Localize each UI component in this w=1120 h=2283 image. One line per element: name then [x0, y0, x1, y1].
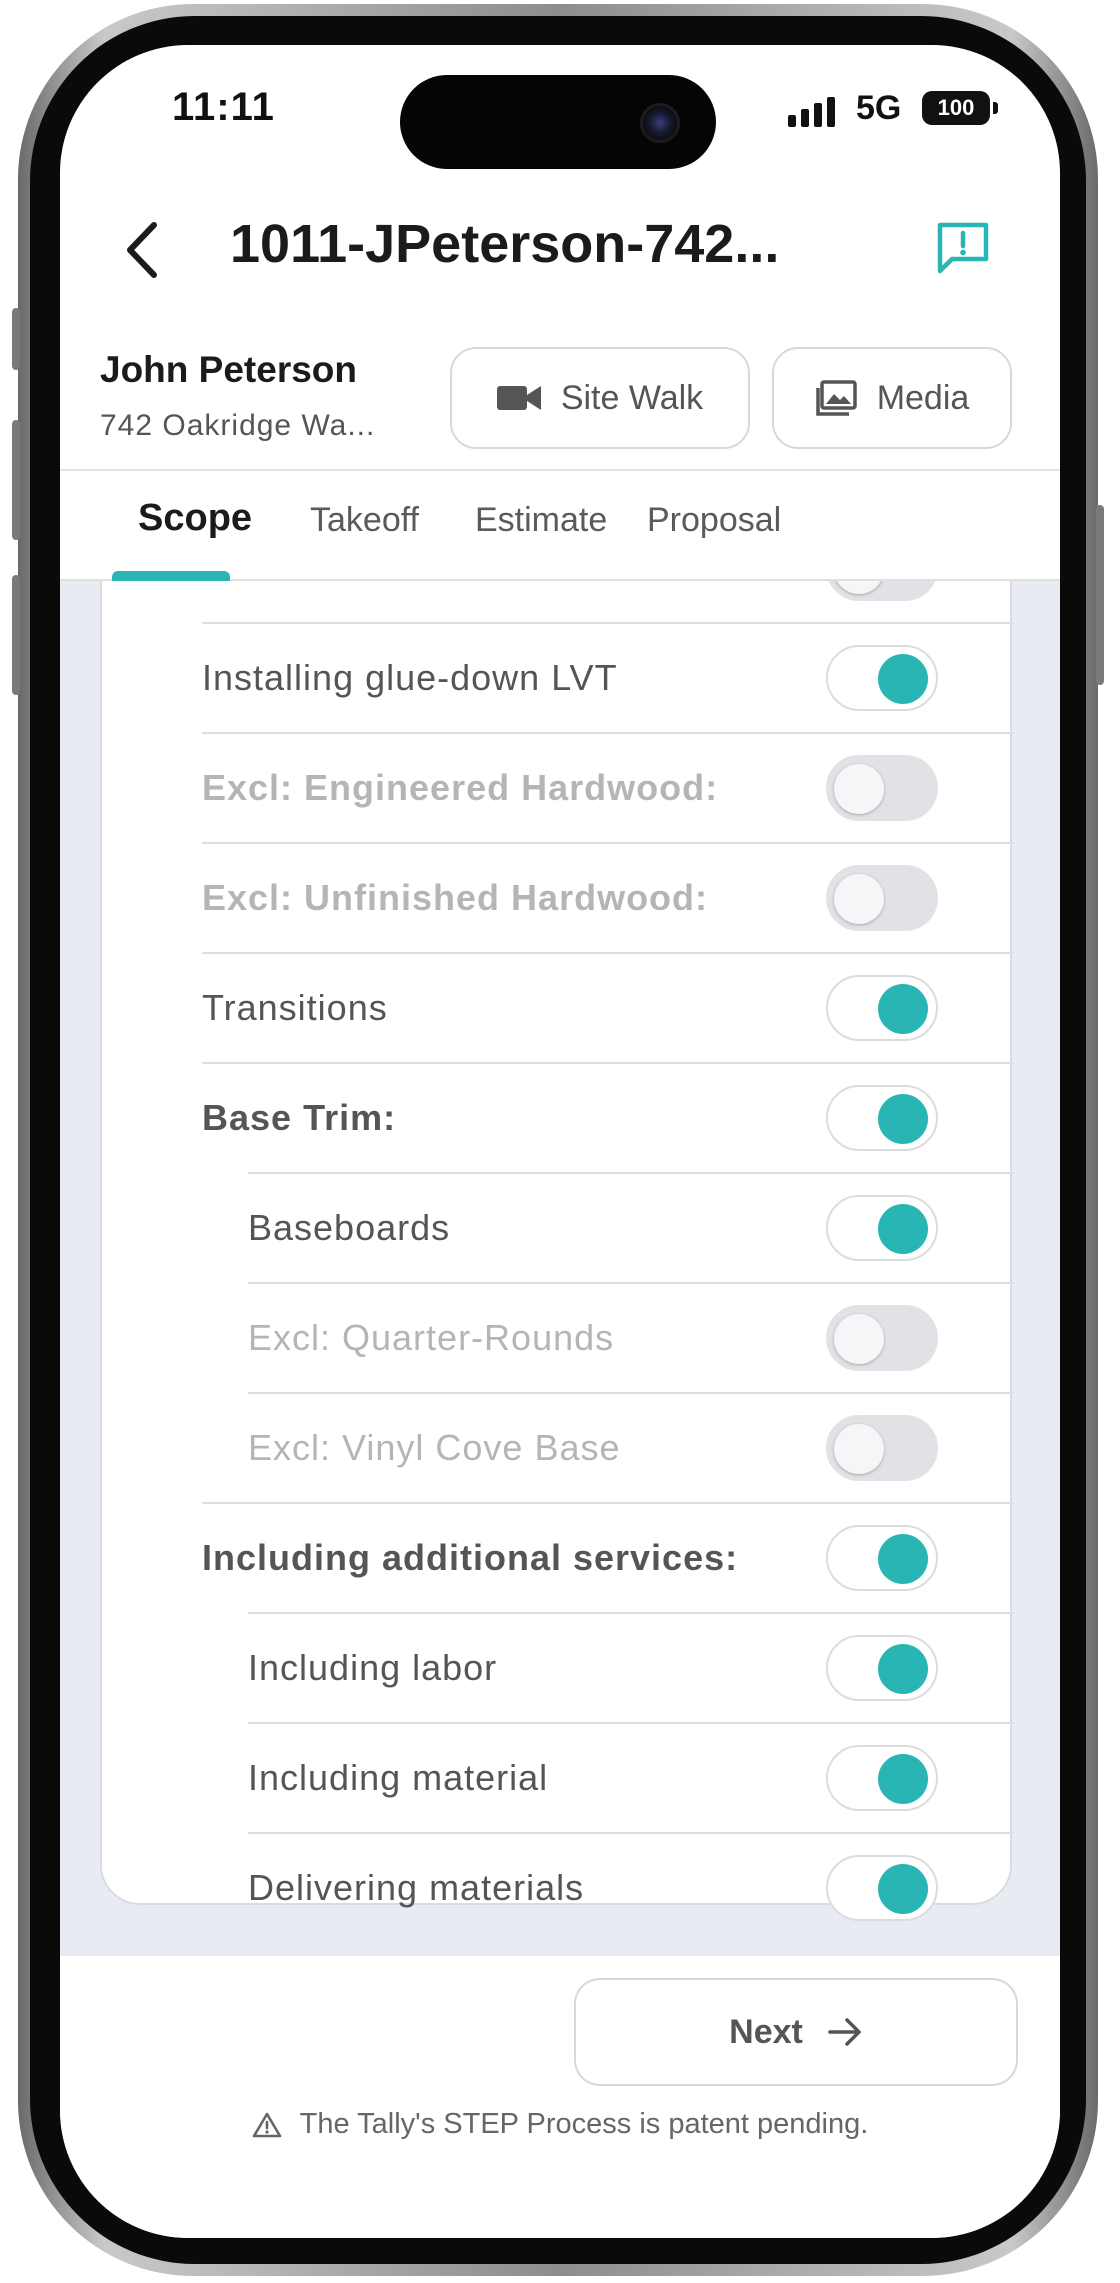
scope-item-toggle[interactable] [826, 865, 938, 931]
scope-item-toggle[interactable] [826, 645, 938, 711]
tab-proposal[interactable]: Proposal [647, 501, 781, 540]
scope-item-label: Base Trim: [202, 1097, 397, 1138]
scope-item-toggle[interactable] [826, 1085, 938, 1151]
toggle-knob [834, 764, 884, 814]
site-walk-button[interactable]: Site Walk [450, 347, 750, 449]
toggle-knob [878, 1864, 928, 1914]
scope-item-label: Including labor [248, 1647, 498, 1688]
footer: Next The Tally's STEP Process is patent … [60, 1956, 1060, 2238]
page-title: 1011-JPeterson-742... [230, 214, 780, 274]
tab-estimate[interactable]: Estimate [475, 501, 607, 540]
next-button[interactable]: Next [574, 1978, 1018, 2086]
scope-item-label: Excl: Unfinished Hardwood: [202, 877, 709, 918]
scope-item-toggle[interactable] [826, 1415, 938, 1481]
scope-item-toggle[interactable] [826, 1525, 938, 1591]
site-walk-label: Site Walk [560, 378, 704, 417]
scope-item-row: Excl: Unfinished Hardwood: [202, 843, 708, 953]
scope-item-label: Excl: Quarter-Rounds [248, 1317, 615, 1358]
status-time: 11:11 [172, 85, 275, 129]
tab-takeoff[interactable]: Takeoff [310, 501, 419, 540]
scope-item-toggle[interactable] [826, 1305, 938, 1371]
scope-item-row: Transitions [202, 953, 388, 1063]
scope-item-label: Baseboards [248, 1207, 451, 1248]
toggle-knob [834, 581, 884, 594]
toggle-knob [878, 1534, 928, 1584]
media-label: Media [876, 378, 970, 417]
active-tab-indicator [112, 571, 230, 581]
scope-item-label: Excl: Vinyl Cove Base [248, 1427, 621, 1468]
scope-item-label: Installing glue-down LVT [202, 657, 618, 698]
toggle-knob [878, 1754, 928, 1804]
toggle-knob [878, 984, 928, 1034]
toggle-knob [834, 1314, 884, 1364]
scope-card: LVP Installing glue-down LVT Excl: Enginee… [100, 581, 1014, 1921]
scope-item-row: Excl: Engineered Hardwood: [202, 733, 718, 843]
scope-item-label: LVP [202, 581, 270, 589]
screen: 11:11 5G 100 1011-JPeterson-742... John … [60, 45, 1060, 2238]
tab-scope[interactable]: Scope [138, 497, 252, 540]
scope-item-label: Including material [248, 1757, 549, 1798]
scope-item-row: Baseboards [248, 1173, 450, 1283]
scope-scroll-area[interactable]: LVP Installing glue-down LVT Excl: Enginee… [60, 581, 1060, 1956]
media-button[interactable]: Media [772, 347, 1012, 449]
video-camera-icon [496, 386, 541, 410]
next-label: Next [729, 2012, 803, 2051]
front-camera-icon [640, 103, 680, 143]
scope-item-toggle[interactable] [826, 581, 938, 601]
power-button [1096, 505, 1104, 685]
toggle-knob [878, 1204, 928, 1254]
volume-down-button [12, 575, 20, 695]
toggle-knob [834, 874, 884, 924]
arrow-right-icon [828, 2018, 861, 2046]
warning-triangle-icon [252, 2112, 281, 2137]
scope-item-row: Delivering materials [248, 1833, 584, 1943]
header-divider [60, 469, 1060, 471]
network-type: 5G [856, 89, 902, 127]
scope-item-label: Delivering materials [248, 1867, 585, 1908]
client-address: 742 Oakridge Wa... [100, 409, 376, 442]
message-alert-icon [937, 222, 989, 274]
scope-item-toggle[interactable] [826, 1635, 938, 1701]
scope-item-toggle[interactable] [826, 975, 938, 1041]
patent-notice: The Tally's STEP Process is patent pendi… [60, 2108, 1060, 2141]
volume-up-button [12, 420, 20, 540]
scope-item-row: Including material [248, 1723, 548, 1833]
scope-item-row: Excl: Vinyl Cove Base [248, 1393, 621, 1503]
scope-item-label: Including additional services: [202, 1537, 739, 1578]
scope-item-toggle[interactable] [826, 1195, 938, 1261]
back-button[interactable] [112, 215, 172, 285]
toggle-knob [878, 1094, 928, 1144]
scope-item-row: Installing glue-down LVT [202, 623, 618, 733]
scope-item-row: LVP [202, 581, 270, 623]
dynamic-island [400, 75, 716, 169]
patent-notice-text: The Tally's STEP Process is patent pendi… [299, 2108, 869, 2140]
battery-nub [993, 102, 998, 114]
scope-item-toggle[interactable] [826, 1855, 938, 1921]
action-button [12, 308, 20, 370]
client-name: John Peterson [100, 349, 357, 390]
scope-item-toggle[interactable] [826, 755, 938, 821]
scope-item-toggle[interactable] [826, 1745, 938, 1811]
toggle-knob [834, 1424, 884, 1474]
scope-item-label: Transitions [202, 987, 388, 1028]
scope-item-row: Base Trim: [202, 1063, 396, 1173]
scope-item-label: Excl: Engineered Hardwood: [202, 767, 719, 808]
toggle-knob [878, 654, 928, 704]
scope-item-row: Including additional services: [202, 1503, 738, 1613]
chevron-left-icon [127, 222, 157, 278]
signal-icon [788, 97, 835, 127]
scope-item-row: Including labor [248, 1613, 497, 1723]
toggle-knob [878, 1644, 928, 1694]
scope-item-row: Excl: Quarter-Rounds [248, 1283, 614, 1393]
photo-gallery-icon [815, 380, 857, 416]
battery-icon: 100 [922, 91, 990, 125]
feedback-button[interactable] [928, 213, 998, 283]
